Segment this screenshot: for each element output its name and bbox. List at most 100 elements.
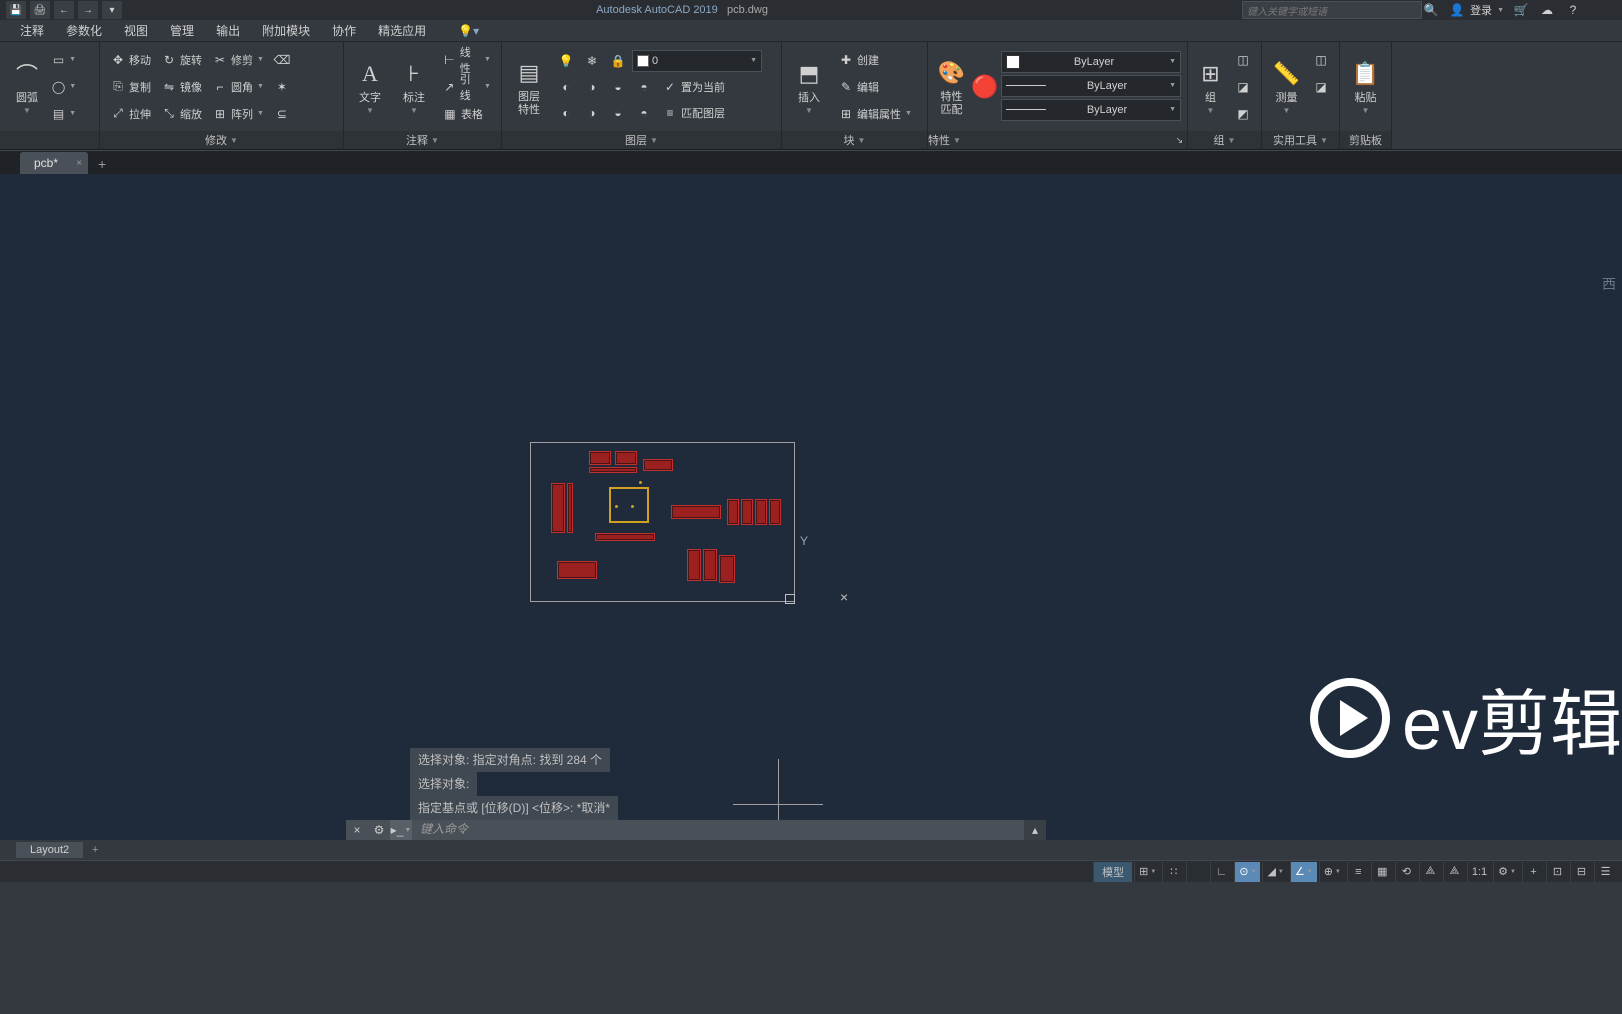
layer-selector[interactable]: 0▼ (632, 50, 762, 72)
stretch-button[interactable]: ⤢拉伸 (106, 102, 155, 126)
sb-customize-button[interactable]: ☰ (1594, 862, 1616, 882)
util-tool2[interactable]: ◪ (1309, 75, 1333, 99)
lineweight-selector[interactable]: ByLayer▼ (1001, 75, 1181, 97)
layout-add-button[interactable]: + (85, 844, 105, 856)
color-wheel-button[interactable]: 🔴 (973, 47, 997, 127)
layer-tool10[interactable]: ◒ (606, 101, 630, 125)
rectangle-button[interactable]: ▭▼ (52, 48, 76, 72)
sb-osnap-button[interactable]: ∠▼ (1290, 862, 1317, 882)
group-tool3[interactable]: ◩ (1231, 102, 1255, 126)
sb-lineweight-button[interactable]: ≡ (1347, 862, 1369, 882)
scale-button[interactable]: ⤡缩放 (157, 102, 206, 126)
measure-button[interactable]: 📏 测量▼ (1268, 47, 1305, 127)
tab-view[interactable]: 视图 (114, 20, 158, 41)
sb-quickprops-button[interactable]: ⊟ (1570, 862, 1592, 882)
util-tool1[interactable]: ◫ (1309, 48, 1333, 72)
table-button[interactable]: ▦表格 (438, 102, 487, 126)
tab-output[interactable]: 输出 (206, 20, 250, 41)
qat-dropdown-icon[interactable]: ▾ (102, 1, 122, 19)
qat-save-icon[interactable]: 💾 (6, 1, 26, 19)
qat-redo-icon[interactable]: → (78, 1, 98, 19)
erase-button[interactable]: ⌫ (270, 48, 294, 72)
arc-button[interactable]: ⌒ 圆弧 ▼ (6, 47, 48, 127)
block-create-button[interactable]: ✚创建 (834, 48, 883, 72)
command-input[interactable]: 键入命令 (412, 820, 1024, 840)
move-button[interactable]: ✥移动 (106, 48, 155, 72)
layout-tab-active[interactable]: Layout2 (16, 842, 83, 858)
a360-icon[interactable]: ☁ (1538, 1, 1556, 19)
rotate-button[interactable]: ↻旋转 (157, 48, 206, 72)
sb-iso-button[interactable]: ◢▼ (1262, 862, 1287, 882)
sb-transparency-button[interactable]: ▦ (1371, 862, 1393, 882)
block-edit-button[interactable]: ✎编辑 (834, 75, 883, 99)
insert-button[interactable]: ⬒ 插入▼ (788, 47, 830, 127)
layer-tool2[interactable]: ❄ (580, 49, 604, 73)
layer-tool7[interactable]: ◓ (632, 75, 656, 99)
sb-snap-button[interactable]: ∷ (1162, 862, 1184, 882)
text-button[interactable]: A 文字▼ (350, 47, 390, 127)
mirror-button[interactable]: ⇋镜像 (157, 75, 206, 99)
sb-annomonitor-button[interactable]: + (1522, 862, 1544, 882)
sb-annoauto-button[interactable]: ⟁ (1443, 862, 1465, 882)
tab-addins[interactable]: 附加模块 (252, 20, 320, 41)
sb-otrack-button[interactable]: ⊕▼ (1319, 862, 1345, 882)
leader-button[interactable]: ↗引线▼ (438, 75, 495, 99)
layer-tool4[interactable]: ◐ (554, 75, 578, 99)
search-icon[interactable]: 🔍 (1422, 1, 1440, 19)
group-tool2[interactable]: ◪ (1231, 75, 1255, 99)
close-tab-icon[interactable]: × (76, 158, 82, 169)
layer-tool3[interactable]: 🔒 (606, 49, 630, 73)
sb-ortho-button[interactable]: ∟ (1210, 862, 1232, 882)
layer-properties-button[interactable]: ▤ 图层 特性 (508, 47, 550, 127)
tab-annotate[interactable]: 注释 (10, 20, 54, 41)
explode-button[interactable]: ✶ (270, 75, 294, 99)
sb-annoscale-button[interactable]: ⟁ (1419, 862, 1441, 882)
fillet-button[interactable]: ⌐圆角▼ (208, 75, 268, 99)
dimension-button[interactable]: ⊦ 标注▼ (394, 47, 434, 127)
document-tab-active[interactable]: pcb* × (20, 152, 88, 174)
match-layer-button[interactable]: ≡匹配图层 (658, 101, 729, 125)
cmd-prompt-icon[interactable]: ▸_▼ (390, 820, 412, 840)
exchange-icon[interactable]: 🛒 (1512, 1, 1530, 19)
sb-cycling-button[interactable]: ⟲ (1395, 862, 1417, 882)
help-search-input[interactable]: 键入关键字或短语 (1242, 1, 1422, 19)
match-properties-button[interactable]: 🎨 特性 匹配 (934, 47, 969, 127)
tab-collaborate[interactable]: 协作 (322, 20, 366, 41)
sb-grid-button[interactable]: ⊞▼ (1134, 862, 1160, 882)
offset-button[interactable]: ⊆ (270, 102, 294, 126)
viewcube-face[interactable]: 西 (1602, 274, 1616, 294)
qat-undo-icon[interactable]: ← (54, 1, 74, 19)
tab-manage[interactable]: 管理 (160, 20, 204, 41)
tab-featured[interactable]: 精选应用 (368, 20, 436, 41)
color-selector[interactable]: ByLayer▼ (1001, 51, 1181, 73)
layer-tool11[interactable]: ◓ (632, 101, 656, 125)
paste-button[interactable]: 📋 粘贴▼ (1346, 47, 1385, 127)
cmd-customize-button[interactable]: ⚙ (368, 820, 390, 840)
make-current-button[interactable]: ✓置为当前 (658, 75, 729, 99)
linear-button[interactable]: ⊢线性▼ (438, 48, 495, 72)
layer-tool5[interactable]: ◑ (580, 75, 604, 99)
sb-workspace-button[interactable]: ⚙▼ (1493, 862, 1520, 882)
help-icon[interactable]: ? (1564, 1, 1582, 19)
group-button[interactable]: ⊞ 组▼ (1194, 47, 1227, 127)
ellipse-button[interactable]: ◯▼ (52, 75, 76, 99)
drawing-canvas[interactable]: 西 Y × 选 (0, 174, 1622, 840)
tab-parametric[interactable]: 参数化 (56, 20, 112, 41)
qat-print-icon[interactable]: 🖨 (30, 1, 50, 19)
cmd-close-button[interactable]: × (346, 820, 368, 840)
cmd-expand-button[interactable]: ▴ (1024, 820, 1046, 840)
sb-scale-button[interactable]: 1:1 (1467, 862, 1491, 882)
hatch-button[interactable]: ▤▼ (52, 102, 76, 126)
layer-tool9[interactable]: ◑ (580, 101, 604, 125)
layer-tool8[interactable]: ◐ (554, 101, 578, 125)
quickinfo-icon[interactable]: 💡▾ (458, 24, 479, 38)
login-button[interactable]: 👤 登录 ▼ (1448, 1, 1504, 19)
new-tab-button[interactable]: + (90, 154, 114, 174)
array-button[interactable]: ⊞阵列▼ (208, 102, 268, 126)
sb-units-button[interactable]: ⊡ (1546, 862, 1568, 882)
group-tool1[interactable]: ◫ (1231, 48, 1255, 72)
copy-button[interactable]: ⎘复制 (106, 75, 155, 99)
linetype-selector[interactable]: ByLayer▼ (1001, 99, 1181, 121)
layer-tool1[interactable]: 💡 (554, 49, 578, 73)
layer-tool6[interactable]: ◒ (606, 75, 630, 99)
